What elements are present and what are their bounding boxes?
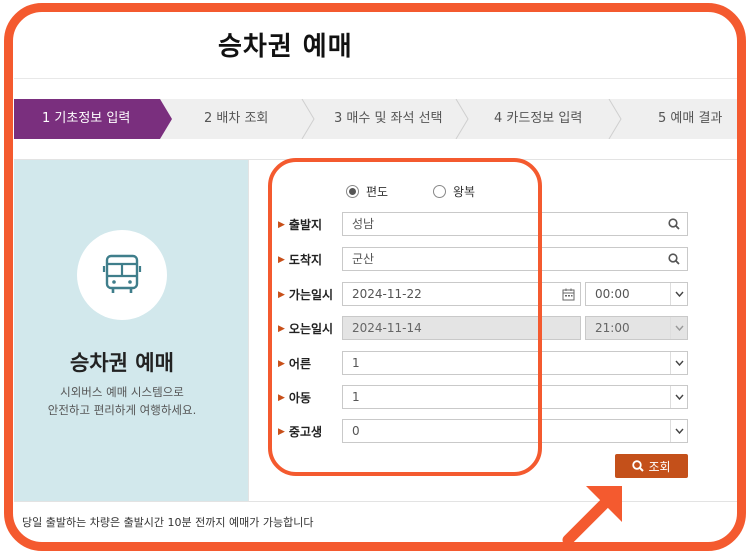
page-title: 승차권 예매 (218, 32, 353, 62)
radio-selected-icon (346, 185, 359, 198)
bus-icon-circle (77, 230, 167, 320)
step-card-info[interactable]: 4 카드정보 입력 (494, 99, 582, 139)
chevron-down-icon (670, 420, 687, 442)
bullet-arrow-icon: ▶ (278, 392, 285, 403)
divider (248, 159, 249, 501)
bullet-arrow-icon: ▶ (278, 219, 285, 230)
chevron-down-icon (670, 317, 687, 339)
bullet-arrow-icon: ▶ (278, 426, 285, 437)
radio-round-trip[interactable]: 왕복 (433, 183, 475, 200)
search-icon[interactable] (668, 218, 680, 230)
arrival-input[interactable]: 군산 (342, 247, 688, 271)
step-seat-selection[interactable]: 3 매수 및 좌석 선택 (334, 99, 443, 139)
panel-title: 승차권 예매 (70, 351, 174, 375)
chevron-down-icon (670, 352, 687, 374)
child-count-select[interactable]: 1 (342, 385, 688, 409)
chevron-right-icon (608, 99, 622, 139)
adult-count-select[interactable]: 1 (342, 351, 688, 375)
return-date-input: 2024-11-14 (342, 316, 581, 340)
radio-round-trip-label: 왕복 (453, 185, 476, 199)
divider (14, 159, 738, 160)
bullet-arrow-icon: ▶ (278, 323, 285, 334)
adult-label: ▶ 어른 (278, 357, 312, 371)
return-time-select: 21:00 (585, 316, 688, 340)
departure-label: ▶ 출발지 (278, 218, 323, 232)
panel-description: 시외버스 예매 시스템으로 안전하고 편리하게 여행하세요. (14, 383, 230, 419)
step-basic-info[interactable]: 1 기초정보 입력 (14, 99, 160, 139)
top-divider (14, 78, 738, 79)
go-time-select[interactable]: 00:00 (585, 282, 688, 306)
bus-icon (102, 254, 142, 293)
info-panel: 승차권 예매 시외버스 예매 시스템으로 안전하고 편리하게 여행하세요. (14, 159, 248, 501)
chevron-right-icon (455, 99, 469, 139)
arrival-label: ▶ 도착지 (278, 253, 323, 267)
panel-description-line: 시외버스 예매 시스템으로 (60, 385, 184, 399)
bullet-arrow-icon: ▶ (278, 254, 285, 265)
radio-unselected-icon (433, 185, 446, 198)
panel-description-line: 안전하고 편리하게 여행하세요. (47, 403, 197, 417)
search-button[interactable]: 조회 (615, 454, 688, 478)
bullet-arrow-icon: ▶ (278, 289, 285, 300)
pointer-arrow-icon (562, 486, 622, 544)
teen-label: ▶ 중고생 (278, 425, 323, 439)
step-progress: 1 기초정보 입력 2 배차 조회 3 매수 및 좌석 선택 4 카드정보 입력… (14, 99, 738, 139)
departure-input[interactable]: 성남 (342, 212, 688, 236)
go-date-input[interactable]: 2024-11-22 (342, 282, 581, 306)
chevron-down-icon (670, 386, 687, 408)
search-button-label: 조회 (648, 459, 671, 474)
child-label: ▶ 아동 (278, 391, 312, 405)
bullet-arrow-icon: ▶ (278, 358, 285, 369)
go-datetime-label: ▶ 가는일시 (278, 288, 334, 302)
chevron-down-icon (670, 283, 687, 305)
return-datetime-label: ▶ 오는일시 (278, 322, 334, 336)
search-icon (632, 460, 645, 472)
radio-one-way-label: 편도 (366, 185, 389, 199)
radio-one-way[interactable]: 편도 (346, 183, 388, 200)
step-booking-result[interactable]: 5 예매 결과 (658, 99, 722, 139)
booking-notice: 당일 출발하는 차량은 출발시간 10분 전까지 예매가 가능합니다 (22, 516, 314, 529)
calendar-icon[interactable] (562, 288, 575, 301)
teen-count-select[interactable]: 0 (342, 419, 688, 443)
step-dispatch-lookup[interactable]: 2 배차 조회 (204, 99, 268, 139)
step-active-tip (160, 99, 172, 139)
search-icon[interactable] (668, 253, 680, 265)
chevron-right-icon (301, 99, 315, 139)
